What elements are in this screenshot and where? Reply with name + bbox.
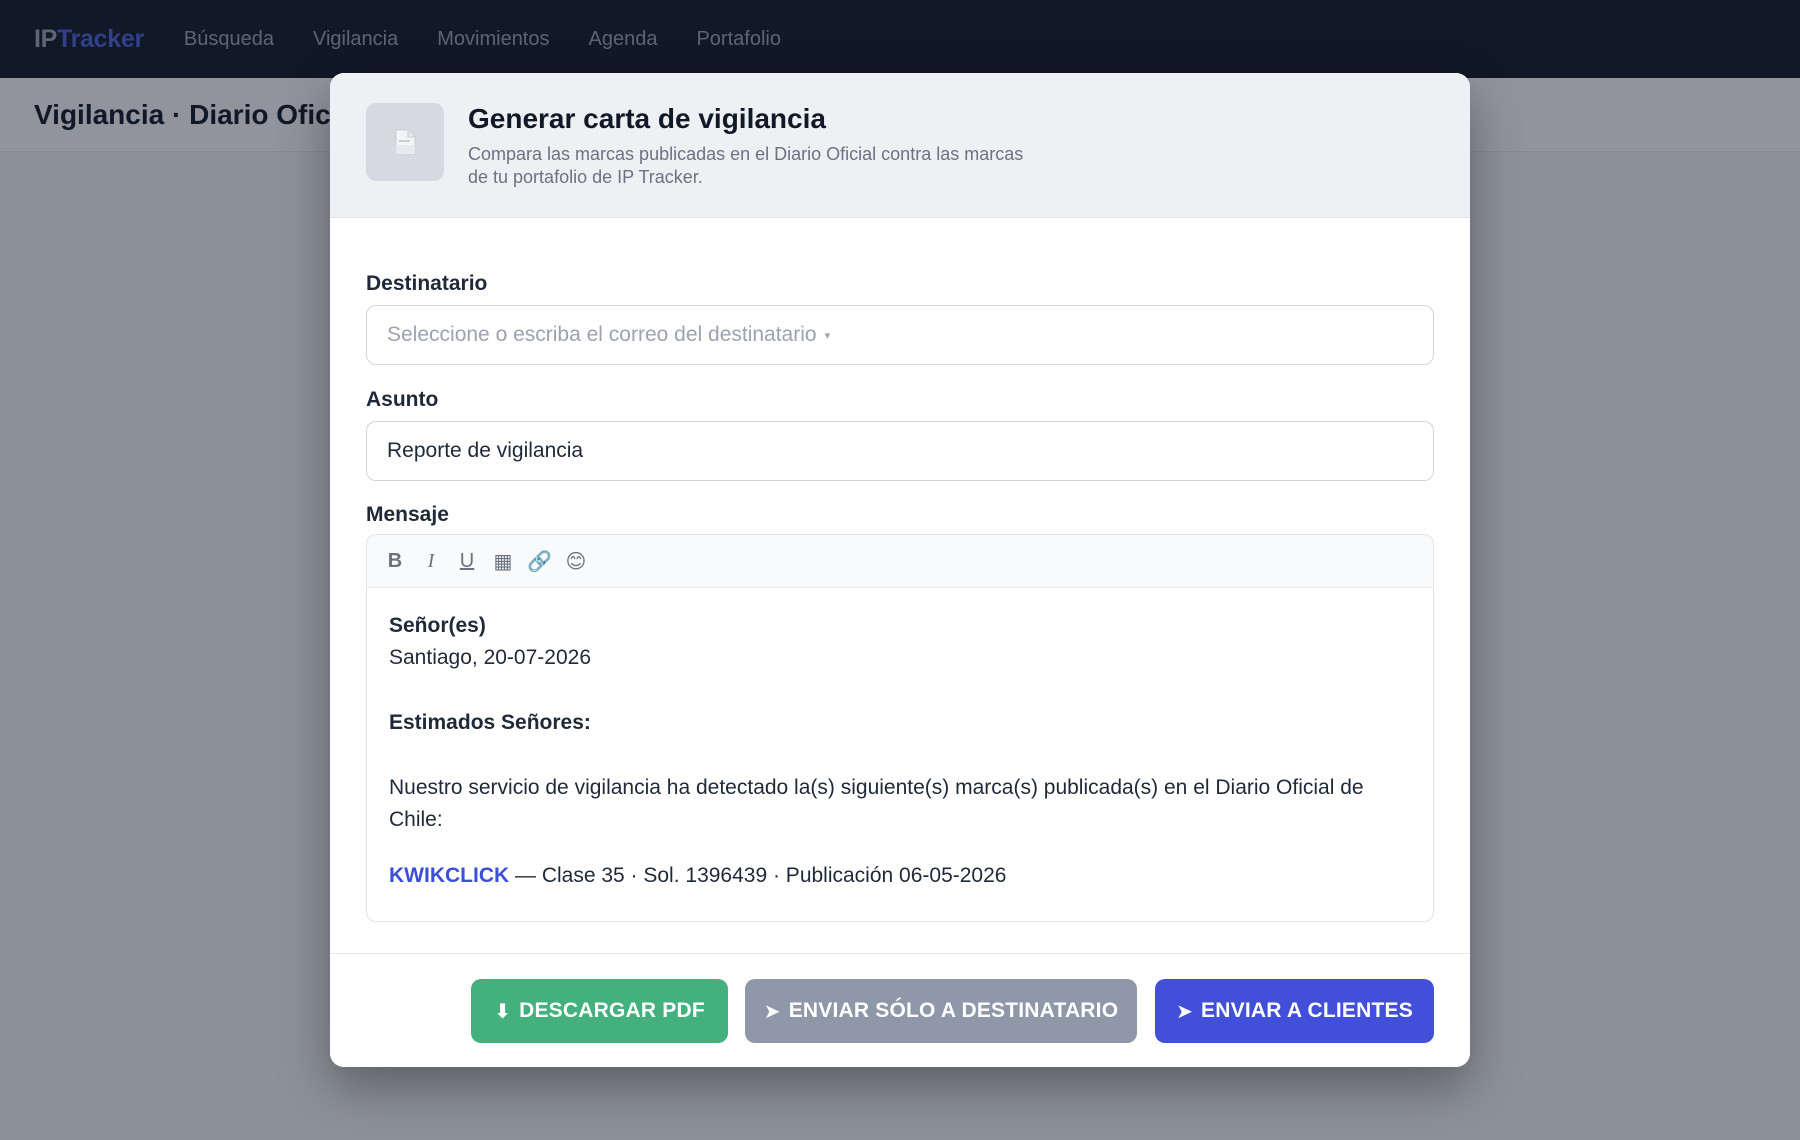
send-recipient-button[interactable]: ➤ ENVIAR SÓLO A DESTINATARIO bbox=[745, 979, 1137, 1043]
document-icon bbox=[366, 103, 444, 181]
italic-icon[interactable]: I bbox=[419, 546, 443, 576]
bold-icon[interactable]: B bbox=[383, 546, 407, 576]
emoji-icon[interactable]: 😊 bbox=[564, 546, 588, 576]
recipient-label: Destinatario bbox=[366, 272, 488, 295]
mark-details: — Clase 35 · Sol. 1396439 · Publicación … bbox=[509, 864, 1007, 887]
letter-greeting: Estimados Señores: bbox=[389, 711, 591, 734]
download-icon: ⬇ bbox=[494, 1000, 512, 1023]
letter-salutation: Señor(es) bbox=[389, 614, 486, 637]
link-icon[interactable]: 🔗 bbox=[527, 546, 552, 576]
modal-title: Generar carta de vigilancia bbox=[468, 103, 826, 134]
letter-mark-entry: KWIKCLICK — Clase 35 · Sol. 1396439 · Pu… bbox=[389, 860, 1411, 892]
modal-footer: ⬇ DESCARGAR PDF ➤ ENVIAR SÓLO A DESTINAT… bbox=[330, 953, 1470, 1067]
subject-input[interactable] bbox=[387, 439, 1387, 463]
letter-body-line: Nuestro servicio de vigilancia ha detect… bbox=[389, 776, 1364, 799]
letter-body-line: Chile: bbox=[389, 808, 443, 831]
download-pdf-button[interactable]: ⬇ DESCARGAR PDF bbox=[471, 979, 728, 1043]
modal-subtitle-line: de tu portafolio de IP Tracker. bbox=[468, 167, 703, 187]
subject-label: Asunto bbox=[366, 388, 439, 411]
table-icon[interactable]: ▦ bbox=[491, 546, 515, 576]
recipient-select[interactable]: Seleccione o escriba el correo del desti… bbox=[366, 305, 1434, 365]
send-recipient-label: ENVIAR SÓLO A DESTINATARIO bbox=[788, 999, 1119, 1022]
send-clients-label: ENVIAR A CLIENTES bbox=[1201, 999, 1413, 1022]
send-clients-button[interactable]: ➤ ENVIAR A CLIENTES bbox=[1155, 979, 1434, 1043]
modal-body: Destinatario Seleccione o escriba el cor… bbox=[330, 218, 1470, 953]
modal-header: Generar carta de vigilancia Compara las … bbox=[330, 73, 1470, 218]
send-icon: ➤ bbox=[1176, 1000, 1194, 1023]
send-icon: ➤ bbox=[763, 1000, 781, 1023]
chevron-down-icon: ▾ bbox=[824, 329, 831, 342]
modal-subtitle: Compara las marcas publicadas en el Diar… bbox=[468, 143, 1108, 189]
message-editor: B I U ▦ 🔗 😊 Señor(es) Santiago, 20-07-20… bbox=[366, 534, 1434, 922]
letter-place-date: Santiago, 20-07-2026 bbox=[389, 646, 591, 669]
message-content[interactable]: Señor(es) Santiago, 20-07-2026 Estimados… bbox=[367, 588, 1433, 892]
letter-modal: Generar carta de vigilancia Compara las … bbox=[330, 73, 1470, 1067]
recipient-placeholder: Seleccione o escriba el correo del desti… bbox=[387, 323, 817, 346]
modal-subtitle-line: Compara las marcas publicadas en el Diar… bbox=[468, 144, 1024, 164]
underline-icon[interactable]: U bbox=[455, 546, 479, 576]
download-pdf-label: DESCARGAR PDF bbox=[519, 999, 705, 1022]
editor-toolbar: B I U ▦ 🔗 😊 bbox=[367, 535, 1433, 588]
message-label: Mensaje bbox=[366, 503, 449, 526]
subject-field-wrapper bbox=[366, 421, 1434, 481]
mark-link-kwikclick[interactable]: KWIKCLICK bbox=[389, 864, 509, 887]
